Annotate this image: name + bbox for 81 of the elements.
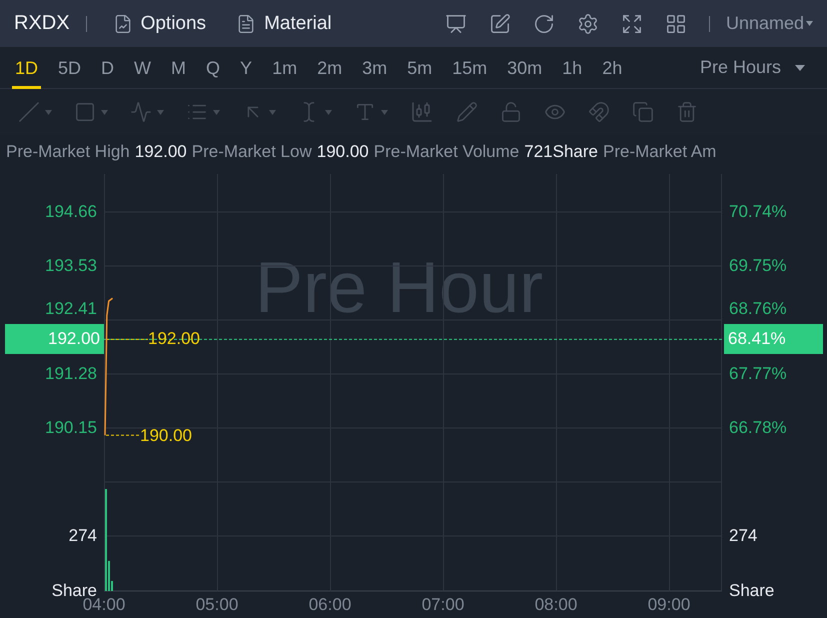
text-icon (354, 101, 376, 123)
volume-axis-label: 274 (68, 526, 97, 546)
period-tab[interactable]: 30m (504, 52, 546, 89)
rectangle-icon (74, 101, 96, 123)
percent-axis-label: 67.77% (729, 364, 787, 384)
stat-label: Pre-Market High (6, 142, 130, 162)
time-axis-label: 07:00 (422, 595, 464, 615)
percent-axis-label: 70.74% (729, 202, 787, 222)
edit-icon[interactable] (488, 12, 511, 34)
low-marker-line (106, 434, 140, 436)
stat-value: 192.00 (134, 142, 187, 162)
period-tab[interactable]: Y (237, 52, 256, 89)
pencil-icon[interactable] (456, 101, 478, 123)
expand-icon[interactable] (620, 12, 643, 34)
caret-icon (795, 64, 805, 70)
settings-icon[interactable] (576, 12, 599, 34)
time-axis-label: 04:00 (82, 595, 126, 615)
copy-icon[interactable] (632, 101, 654, 123)
percent-axis-label: 68.76% (729, 299, 787, 319)
period-tab[interactable]: 3m (359, 52, 390, 89)
caret-icon (101, 110, 108, 114)
current-price-tag: 192.00 (5, 324, 104, 354)
volume-unit-label: Share (729, 581, 774, 601)
caret-icon (325, 110, 332, 114)
header-tab[interactable]: Options (102, 12, 216, 34)
period-tab[interactable]: W (131, 52, 154, 89)
price-axis-label: 190.15 (45, 418, 97, 438)
period-tab[interactable]: 1h (559, 52, 586, 89)
ticker-symbol: RXDX (14, 12, 70, 35)
period-tab[interactable]: 5m (404, 52, 436, 89)
drawing-tool-button[interactable] (74, 101, 108, 123)
caret-icon (806, 21, 813, 26)
high-marker-line (106, 338, 148, 340)
period-tab[interactable]: 2h (599, 52, 626, 89)
caret-icon (381, 110, 388, 114)
volume-axis-label: 274 (729, 526, 758, 546)
line-icon (18, 101, 40, 123)
drawing-tool-button[interactable] (130, 101, 164, 123)
stat-value: 190.00 (316, 142, 369, 162)
header-tab[interactable]: Material (226, 12, 342, 34)
period-tab[interactable]: M (168, 52, 190, 89)
caret-icon (157, 110, 164, 114)
price-axis-label: 192.41 (45, 299, 97, 319)
price-axis-label: 194.66 (45, 202, 97, 222)
time-axis-label: 08:00 (534, 595, 578, 615)
period-tab[interactable]: 1m (269, 52, 300, 89)
drawing-tool-button[interactable] (18, 101, 52, 123)
layout-dropdown[interactable]: Unnamed (726, 13, 813, 34)
period-tab[interactable]: 5D (55, 52, 84, 89)
trash-icon[interactable] (676, 101, 698, 123)
caret-icon (213, 110, 220, 114)
period-tab[interactable]: 2m (314, 52, 346, 89)
refresh-icon[interactable] (532, 12, 555, 34)
period-tab[interactable]: Q (203, 52, 224, 89)
current-change-tag: 68.41% (724, 324, 823, 354)
time-axis-label: 05:00 (196, 595, 238, 615)
time-axis-label: 09:00 (648, 595, 690, 615)
price-axis-label: 191.28 (45, 364, 97, 384)
stat-label: Pre-Market Am (602, 142, 716, 162)
unlock-icon[interactable] (500, 101, 522, 123)
chart-document-icon (112, 14, 133, 34)
wave-icon (130, 101, 152, 123)
drawing-tool-button[interactable] (354, 101, 388, 123)
grid-icon[interactable] (664, 12, 687, 34)
percent-axis-label: 66.78% (729, 418, 787, 438)
document-icon (236, 14, 256, 34)
percent-axis-label: 69.75% (729, 256, 787, 276)
time-axis-label: 06:00 (308, 595, 352, 615)
stat-value: 721Share (524, 142, 598, 162)
low-price-label: 190.00 (140, 426, 192, 446)
candlestick-icon[interactable] (410, 100, 434, 124)
caret-icon (269, 110, 276, 114)
price-axis-label: 193.53 (45, 256, 97, 276)
session-dropdown[interactable]: Pre Hours (700, 57, 815, 78)
stat-label: Pre-Market Volume (374, 142, 520, 162)
period-tab[interactable]: 15m (449, 52, 490, 89)
indicator-icon[interactable] (444, 12, 467, 34)
stat-label: Pre-Market Low (192, 142, 312, 162)
caret-icon (45, 110, 52, 114)
magnet-icon[interactable] (588, 101, 610, 123)
period-tab[interactable]: D (98, 52, 118, 89)
